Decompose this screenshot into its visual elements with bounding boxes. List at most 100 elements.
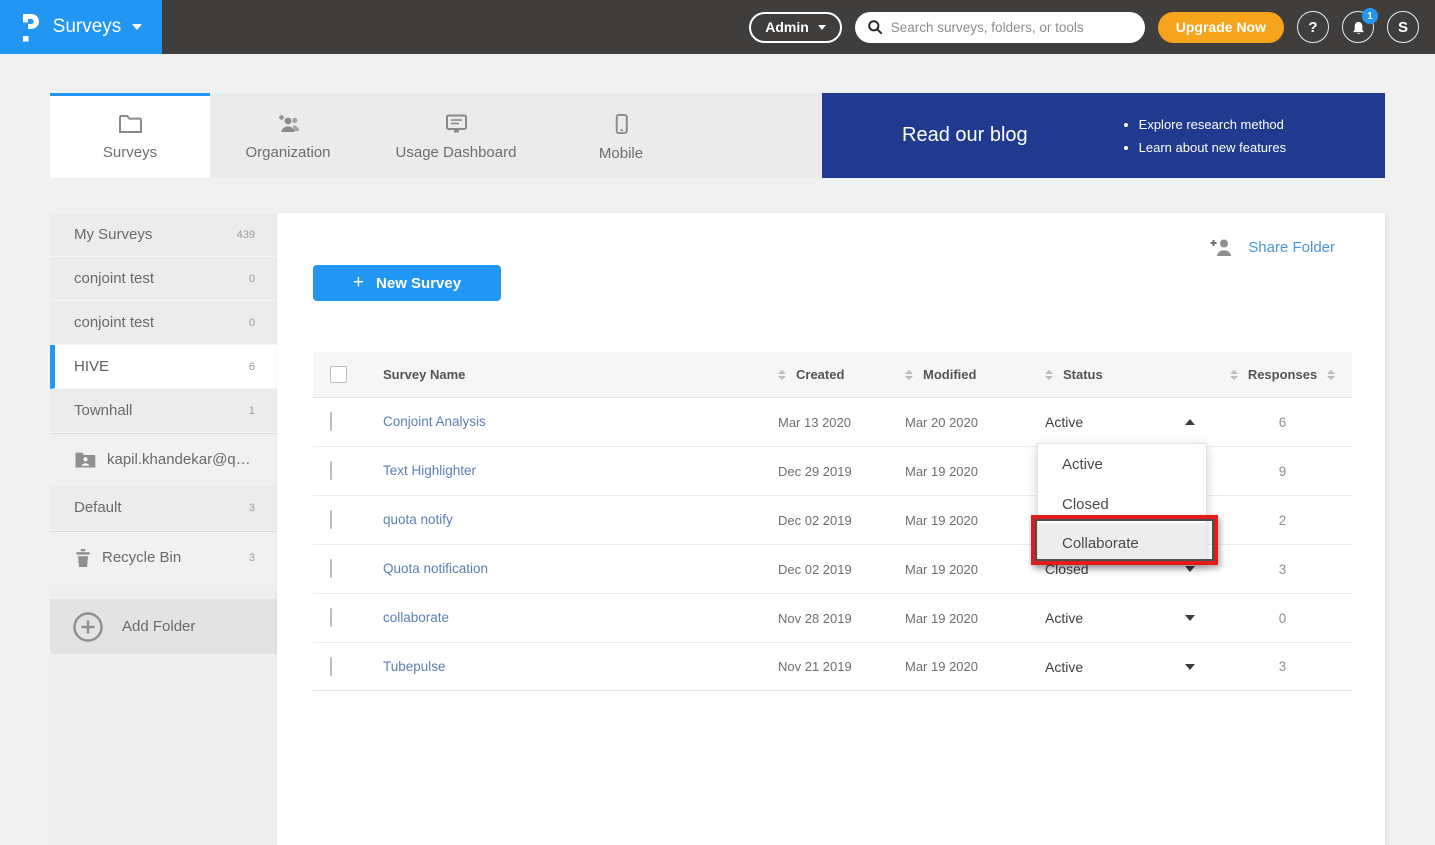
chevron-down-icon: [1185, 566, 1195, 572]
folder-count: 1: [249, 405, 255, 417]
people-plus-icon: [275, 113, 301, 134]
dropdown-item-active[interactable]: Active: [1038, 444, 1206, 485]
new-survey-label: New Survey: [376, 275, 461, 292]
sidebar-item-my-surveys[interactable]: My Surveys 439: [50, 213, 277, 257]
column-header-survey-name[interactable]: Survey Name: [383, 367, 778, 382]
tabs-filler: [696, 93, 822, 178]
tab-mobile[interactable]: Mobile: [546, 93, 696, 178]
row-checkbox[interactable]: [330, 608, 332, 627]
status-value: Active: [1045, 659, 1083, 675]
folder-count: 3: [249, 552, 255, 564]
admin-label: Admin: [765, 19, 809, 35]
avatar: S: [1398, 19, 1408, 36]
column-header-created[interactable]: Created: [778, 367, 905, 382]
column-header-status[interactable]: Status: [1045, 367, 1213, 382]
survey-link[interactable]: collaborate: [383, 610, 449, 625]
upgrade-now-button[interactable]: Upgrade Now: [1158, 12, 1284, 43]
chevron-down-icon: [132, 24, 142, 30]
folder-count: 0: [249, 273, 255, 285]
questionpro-logo-icon: [20, 12, 42, 42]
plus-circle-icon: [72, 611, 104, 643]
tab-surveys[interactable]: Surveys: [50, 93, 210, 178]
trash-icon: [74, 548, 92, 568]
survey-link[interactable]: Text Highlighter: [383, 463, 476, 478]
folder-count: 3: [249, 502, 255, 514]
modified-date: Mar 19 2020: [905, 659, 1045, 674]
dropdown-item-closed[interactable]: Closed: [1038, 485, 1206, 523]
global-search: [855, 12, 1145, 43]
share-folder-button[interactable]: Share Folder: [1208, 237, 1335, 257]
banner-title: Read our blog: [902, 124, 1028, 147]
row-checkbox[interactable]: [330, 461, 332, 480]
survey-link[interactable]: Conjoint Analysis: [383, 414, 486, 429]
new-survey-button[interactable]: + New Survey: [313, 265, 501, 301]
sidebar-item-conjoint-test-1[interactable]: conjoint test 0: [50, 257, 277, 301]
modified-date: Mar 19 2020: [905, 464, 1045, 479]
sidebar-item-default[interactable]: Default 3: [50, 485, 277, 531]
status-select[interactable]: Active: [1045, 659, 1213, 675]
row-checkbox[interactable]: [330, 559, 332, 578]
folder-label: conjoint test: [74, 314, 154, 331]
folder-icon: [118, 113, 143, 134]
banner-bullet: Learn about new features: [1139, 136, 1286, 159]
tab-organization[interactable]: Organization: [210, 93, 366, 178]
row-checkbox[interactable]: [330, 657, 332, 676]
row-checkbox[interactable]: [330, 412, 332, 431]
sidebar-item-townhall[interactable]: Townhall 1: [50, 389, 277, 433]
tab-label: Mobile: [599, 145, 643, 162]
chevron-down-icon: [1185, 615, 1195, 621]
modified-date: Mar 20 2020: [905, 415, 1045, 430]
status-dropdown-menu: Active Closed Collaborate: [1037, 443, 1207, 565]
table-row: Conjoint Analysis Mar 13 2020 Mar 20 202…: [313, 397, 1352, 446]
surveys-panel: Share Folder + New Survey Survey Name Cr…: [277, 213, 1385, 845]
chevron-down-icon: [1185, 664, 1195, 670]
sort-icon: [1045, 370, 1053, 380]
survey-link[interactable]: Quota notification: [383, 561, 488, 576]
folder-label: Townhall: [74, 402, 132, 419]
folder-label: My Surveys: [74, 226, 152, 243]
notifications-button[interactable]: 1: [1342, 11, 1374, 43]
select-all-checkbox[interactable]: [330, 366, 347, 383]
admin-menu-button[interactable]: Admin: [749, 12, 842, 43]
created-date: Dec 02 2019: [778, 513, 905, 528]
chevron-up-icon: [1185, 419, 1195, 425]
column-header-responses[interactable]: Responses: [1213, 367, 1352, 382]
table-header-row: Survey Name Created Modified Status Resp…: [313, 352, 1352, 397]
top-bar: Surveys Admin Upgrade Now ? 1 S: [0, 0, 1435, 54]
dropdown-item-collaborate[interactable]: Collaborate: [1038, 523, 1206, 564]
created-date: Mar 13 2020: [778, 415, 905, 430]
search-input[interactable]: [891, 20, 1133, 35]
chevron-down-icon: [818, 25, 826, 30]
sidebar-item-conjoint-test-2[interactable]: conjoint test 0: [50, 301, 277, 345]
status-select[interactable]: Active: [1045, 414, 1213, 430]
folder-count: 6: [249, 361, 255, 373]
sort-icon: [1230, 370, 1238, 380]
row-checkbox[interactable]: [330, 510, 332, 529]
sort-icon: [1327, 370, 1335, 380]
responses-count: 0: [1213, 611, 1352, 626]
avatar-button[interactable]: S: [1387, 11, 1419, 43]
sidebar-item-shared-account[interactable]: kapil.khandekar@que...: [50, 433, 277, 485]
survey-link[interactable]: Tubepulse: [383, 659, 446, 674]
sidebar-filler: [50, 654, 277, 845]
sidebar-item-hive[interactable]: HIVE 6: [50, 345, 277, 389]
help-button[interactable]: ?: [1297, 11, 1329, 43]
modified-date: Mar 19 2020: [905, 611, 1045, 626]
table-row: Tubepulse Nov 21 2019 Mar 19 2020 Active…: [313, 642, 1352, 691]
blog-banner[interactable]: Read our blog Explore research method Le…: [822, 93, 1385, 178]
sort-icon: [778, 370, 786, 380]
created-date: Nov 21 2019: [778, 659, 905, 674]
column-header-modified[interactable]: Modified: [905, 367, 1045, 382]
sidebar-item-recycle-bin[interactable]: Recycle Bin 3: [50, 531, 277, 583]
status-select[interactable]: Active: [1045, 610, 1213, 626]
folder-count: 0: [249, 317, 255, 329]
modified-date: Mar 19 2020: [905, 562, 1045, 577]
folder-label: conjoint test: [74, 270, 154, 287]
add-folder-button[interactable]: Add Folder: [50, 599, 277, 654]
tab-usage-dashboard[interactable]: Usage Dashboard: [366, 93, 546, 178]
banner-bullet-list: Explore research method Learn about new …: [1123, 113, 1286, 159]
folder-count: 439: [237, 229, 255, 241]
product-switcher[interactable]: Surveys: [0, 0, 162, 54]
survey-link[interactable]: quota notify: [383, 512, 453, 527]
responses-count: 2: [1213, 513, 1352, 528]
